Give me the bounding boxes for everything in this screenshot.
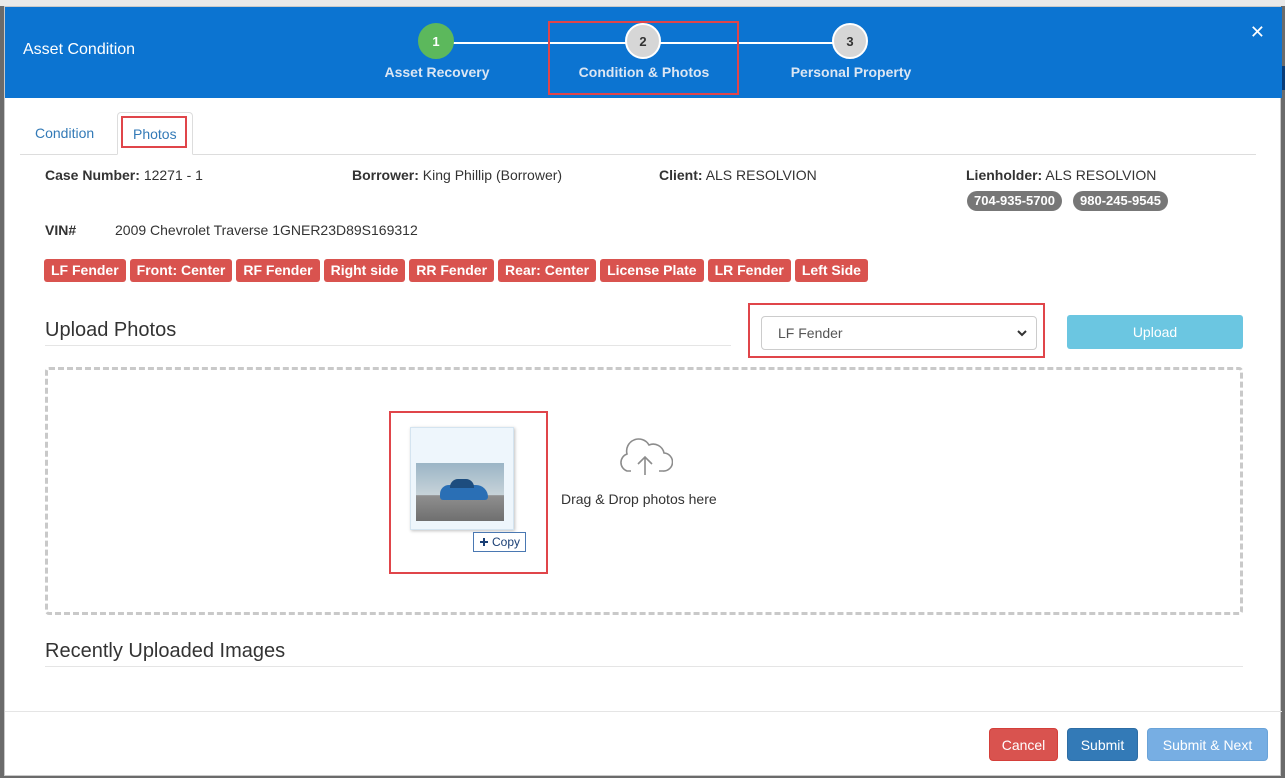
dropzone-instructions: Drag & Drop photos here — [561, 491, 717, 507]
footer-divider — [5, 711, 1282, 712]
phone-badge[interactable]: 980-245-9545 — [1073, 191, 1168, 211]
submit-button[interactable]: Submit — [1067, 728, 1138, 761]
borrower-label: Borrower: — [352, 167, 419, 183]
vin-value: 2009 Chevrolet Traverse 1GNER23D89S16931… — [115, 222, 418, 238]
lienholder-label: Lienholder: — [966, 167, 1043, 183]
cancel-button[interactable]: Cancel — [989, 728, 1058, 761]
lienholder-value: ALS RESOLVION — [1045, 167, 1157, 183]
damage-tag-list: LF Fender Front: Center RF Fender Right … — [44, 259, 868, 283]
upload-button[interactable]: Upload — [1067, 315, 1243, 349]
damage-tag[interactable]: Rear: Center — [498, 259, 597, 282]
lienholder-field: Lienholder: ALS RESOLVION — [966, 167, 1156, 183]
modal-header: Asset Condition 1 Asset Recovery 2 Condi… — [5, 7, 1282, 98]
step-3-circle[interactable]: 3 — [832, 23, 868, 59]
recent-heading-rule — [45, 666, 1243, 667]
damage-tag[interactable]: RF Fender — [236, 259, 320, 282]
damage-tag[interactable]: RR Fender — [409, 259, 495, 282]
cloud-upload-icon — [620, 438, 673, 475]
submit-next-button[interactable]: Submit & Next — [1147, 728, 1268, 761]
upload-photos-heading: Upload Photos — [45, 319, 177, 341]
damage-tag[interactable]: LF Fender — [44, 259, 126, 282]
borrower-field: Borrower: King Phillip (Borrower) — [352, 167, 562, 183]
phone-badge[interactable]: 704-935-5700 — [967, 191, 1062, 211]
case-number-value: 12271 - 1 — [143, 167, 203, 183]
step-3-label[interactable]: Personal Property — [791, 64, 912, 80]
step-2-highlight — [548, 21, 739, 95]
upload-heading-rule — [45, 345, 731, 346]
damage-tag[interactable]: Left Side — [794, 259, 868, 282]
photos-tab-highlight — [121, 116, 187, 148]
vin-label: VIN# — [45, 222, 77, 238]
case-number-field: Case Number: 12271 - 1 — [45, 167, 203, 183]
tab-bar: Condition Photos — [20, 112, 1256, 155]
close-icon[interactable]: ✕ — [1250, 22, 1265, 43]
location-select-highlight — [748, 303, 1045, 358]
client-label: Client: — [659, 167, 703, 183]
damage-tag[interactable]: Front: Center — [129, 259, 233, 282]
client-field: Client: ALS RESOLVION — [659, 167, 817, 183]
client-value: ALS RESOLVION — [705, 167, 817, 183]
step-1-label[interactable]: Asset Recovery — [384, 64, 489, 80]
dragged-photo-highlight — [389, 411, 548, 574]
borrower-value: King Phillip (Borrower) — [422, 167, 563, 183]
damage-tag[interactable]: LR Fender — [707, 259, 791, 282]
recent-images-heading: Recently Uploaded Images — [45, 640, 286, 662]
asset-condition-modal: Asset Condition 1 Asset Recovery 2 Condi… — [4, 6, 1282, 776]
case-number-label: Case Number: — [45, 167, 140, 183]
tab-condition[interactable]: Condition — [20, 112, 109, 155]
modal-title: Asset Condition — [23, 41, 136, 58]
step-1-circle[interactable]: 1 — [418, 23, 454, 59]
damage-tag[interactable]: Right side — [323, 259, 406, 282]
damage-tag[interactable]: License Plate — [600, 259, 704, 282]
